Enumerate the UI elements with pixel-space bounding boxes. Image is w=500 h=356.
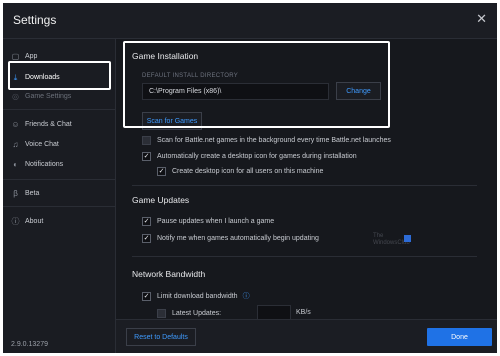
sidebar-item-notifications[interactable]: ◐ Notifications (11, 155, 63, 173)
option-all-users-icon[interactable]: ✓ Create desktop icon for all users on t… (157, 167, 323, 176)
sidebar-item-label: Beta (25, 189, 40, 197)
sidebar-item-label: App (25, 52, 38, 60)
option-label: Pause updates when I launch a game (157, 218, 275, 225)
sidebar-item-label: Friends & Chat (25, 120, 72, 128)
option-latest-updates[interactable]: Latest Updates: (157, 309, 221, 318)
info-icon[interactable]: ⓘ (243, 291, 250, 301)
kbs-unit-label: KB/s (296, 309, 311, 316)
latest-updates-label: Latest Updates: (172, 310, 222, 317)
footer-bar: Reset to Defaults Done (116, 319, 497, 353)
app-icon: ▢ (11, 51, 20, 61)
sidebar-item-label: About (25, 217, 44, 225)
option-label: Automatically create a desktop icon for … (157, 153, 357, 160)
title-bar: Settings ✕ (3, 3, 497, 39)
checkbox[interactable] (157, 309, 166, 318)
sidebar-item-label: Game Settings (25, 92, 72, 100)
watermark-line-1: The (373, 233, 384, 239)
checkbox-checked[interactable]: ✓ (142, 217, 151, 226)
highlight-box-downloads (8, 61, 111, 90)
latest-updates-kbs-input[interactable] (257, 305, 291, 319)
option-pause-updates[interactable]: ✓ Pause updates when I launch a game (142, 217, 274, 226)
sidebar-item-label: Voice Chat (25, 140, 59, 148)
info-icon: ⓘ (11, 216, 20, 226)
close-icon[interactable]: ✕ (476, 12, 487, 25)
checkbox-checked[interactable]: ✓ (142, 234, 151, 243)
sidebar-divider (3, 109, 116, 110)
version-label: 2.9.0.13279 (11, 341, 48, 348)
voice-chat-icon: ♫ (12, 139, 19, 149)
watermark-logo-icon (404, 235, 411, 242)
section-title-network-bandwidth: Network Bandwidth (132, 269, 206, 279)
option-label: Limit download bandwidth (157, 292, 238, 300)
option-limit-bandwidth[interactable]: ✓ Limit download bandwidth ⓘ (142, 291, 250, 301)
sidebar-divider (3, 206, 116, 207)
settings-window: Settings ✕ ▢ App ⤓ Downloads ◎ Game Sett… (3, 3, 497, 353)
checkbox[interactable] (142, 136, 151, 145)
option-scan-background[interactable]: Scan for Battle.net games in the backgro… (142, 136, 391, 145)
sidebar-divider (3, 179, 116, 180)
highlight-box-game-installation (123, 41, 390, 128)
sidebar-item-voice-chat[interactable]: ♫ Voice Chat (11, 135, 59, 153)
section-title-game-updates: Game Updates (132, 195, 190, 205)
friends-icon: ☺ (11, 119, 20, 129)
option-label: Create desktop icon for all users on thi… (172, 168, 324, 175)
done-button[interactable]: Done (427, 328, 492, 346)
gamepad-icon: ◎ (12, 91, 19, 101)
beta-icon: β (13, 188, 18, 198)
checkbox-checked[interactable]: ✓ (142, 291, 151, 301)
window-title: Settings (13, 13, 57, 27)
checkbox-checked[interactable]: ✓ (157, 167, 166, 176)
sidebar-item-about[interactable]: ⓘ About (11, 212, 44, 230)
sidebar-item-friends-chat[interactable]: ☺ Friends & Chat (11, 115, 72, 133)
section-divider (132, 185, 477, 186)
option-auto-desktop-icon[interactable]: ✓ Automatically create a desktop icon fo… (142, 152, 357, 161)
section-divider (132, 256, 477, 257)
sidebar-item-label: Notifications (25, 160, 64, 168)
bell-icon: ◐ (13, 159, 18, 169)
option-label: Scan for Battle.net games in the backgro… (157, 137, 391, 144)
option-label: Notify me when games automatically begin… (157, 235, 319, 242)
option-notify-updating[interactable]: ✓ Notify me when games automatically beg… (142, 234, 319, 243)
sidebar-item-beta[interactable]: β Beta (11, 184, 39, 202)
reset-to-defaults-button[interactable]: Reset to Defaults (126, 328, 196, 346)
checkbox-checked[interactable]: ✓ (142, 152, 151, 161)
